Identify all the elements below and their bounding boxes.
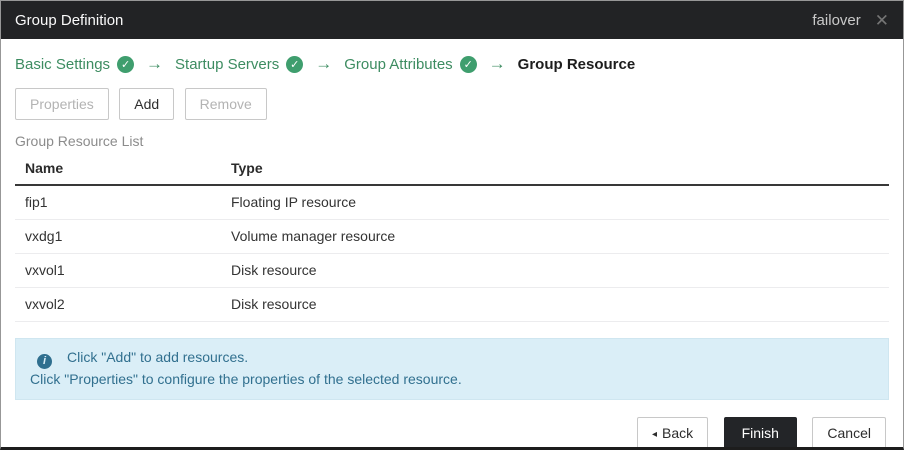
step-group-attributes[interactable]: Group Attributes [344, 56, 452, 73]
dialog-title: Group Definition [15, 12, 123, 29]
step-group-resource-current: Group Resource [518, 56, 636, 73]
cancel-button[interactable]: Cancel [812, 417, 886, 449]
table-row[interactable]: vxdg1 Volume manager resource [15, 220, 889, 254]
arrow-icon: → [489, 54, 506, 74]
resource-toolbar: Properties Add Remove [15, 88, 889, 120]
resource-type-cell: Disk resource [221, 254, 889, 288]
close-icon[interactable]: ✕ [875, 12, 889, 29]
column-header-type: Type [221, 153, 889, 185]
group-definition-dialog: Group Definition failover ✕ Basic Settin… [0, 0, 904, 450]
back-arrow-icon: ◂ [652, 429, 657, 440]
back-button-label: Back [662, 425, 693, 441]
resource-name-cell: vxvol2 [15, 288, 221, 322]
dialog-titlebar: Group Definition failover ✕ [1, 1, 903, 39]
table-row[interactable]: vxvol1 Disk resource [15, 254, 889, 288]
resource-name-cell: vxvol1 [15, 254, 221, 288]
wizard-steps: Basic Settings ✓ → Startup Servers ✓ → G… [15, 54, 889, 74]
check-icon: ✓ [286, 56, 303, 73]
table-header-row: Name Type [15, 153, 889, 185]
finish-button[interactable]: Finish [724, 417, 797, 449]
info-line-2: Click "Properties" to configure the prop… [30, 369, 874, 390]
info-icon: i [37, 354, 52, 369]
check-icon: ✓ [460, 56, 477, 73]
info-message-box: i Click "Add" to add resources. Click "Pr… [15, 338, 889, 400]
back-button[interactable]: ◂ Back [637, 417, 708, 449]
check-icon: ✓ [117, 56, 134, 73]
column-header-name: Name [15, 153, 221, 185]
step-startup-servers[interactable]: Startup Servers [175, 56, 279, 73]
table-row[interactable]: vxvol2 Disk resource [15, 288, 889, 322]
failover-context-label: failover [812, 12, 860, 29]
arrow-icon: → [146, 54, 163, 74]
resource-type-cell: Floating IP resource [221, 185, 889, 220]
resource-type-cell: Disk resource [221, 288, 889, 322]
info-text-1: Click "Add" to add resources. [67, 349, 248, 365]
group-resource-list-caption: Group Resource List [15, 133, 889, 149]
info-line-1: i Click "Add" to add resources. [30, 347, 874, 369]
table-row[interactable]: fip1 Floating IP resource [15, 185, 889, 220]
properties-button[interactable]: Properties [15, 88, 109, 120]
dialog-content: Basic Settings ✓ → Startup Servers ✓ → G… [1, 39, 903, 449]
resource-name-cell: fip1 [15, 185, 221, 220]
remove-button[interactable]: Remove [185, 88, 267, 120]
add-button[interactable]: Add [119, 88, 174, 120]
dialog-footer: ◂ Back Finish Cancel [15, 417, 886, 449]
arrow-icon: → [315, 54, 332, 74]
resource-name-cell: vxdg1 [15, 220, 221, 254]
resource-type-cell: Volume manager resource [221, 220, 889, 254]
group-resource-table: Name Type fip1 Floating IP resource vxdg… [15, 153, 889, 322]
step-basic-settings[interactable]: Basic Settings [15, 56, 110, 73]
